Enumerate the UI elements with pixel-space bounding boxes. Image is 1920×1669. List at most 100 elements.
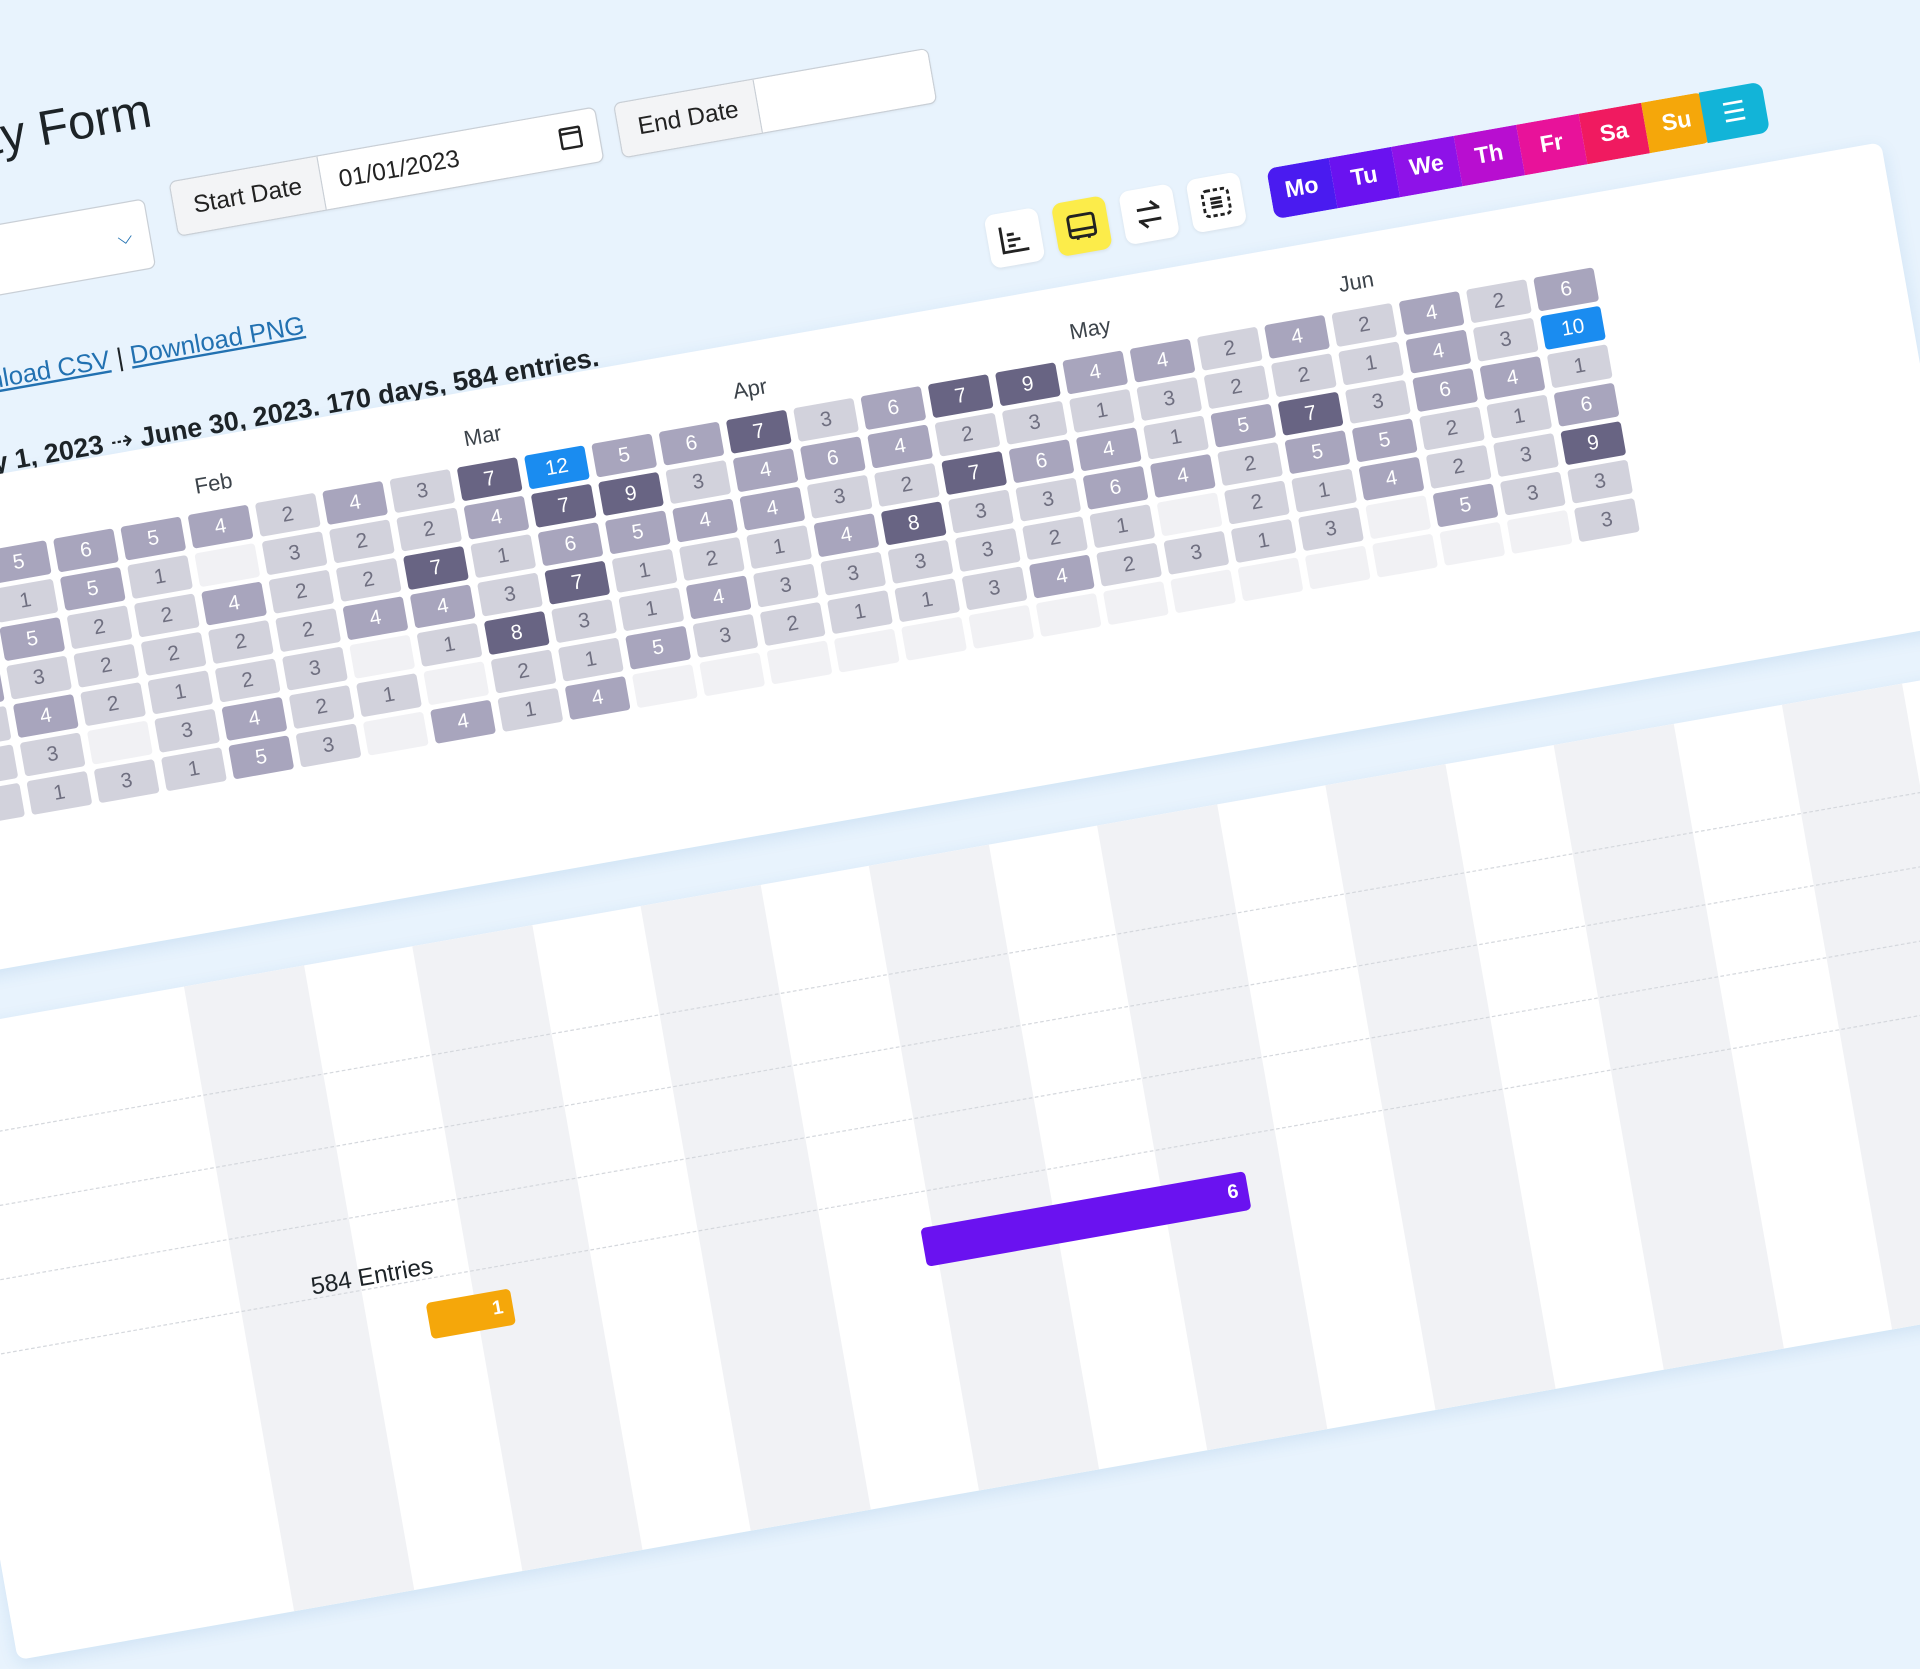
heatmap-cell[interactable]: 2	[873, 462, 940, 508]
day-button-th[interactable]: Th	[1453, 124, 1526, 187]
heatmap-cell[interactable]: 5	[1284, 430, 1351, 475]
heatmap-cell[interactable]: 1	[470, 534, 537, 579]
end-date-input[interactable]	[754, 48, 938, 133]
heatmap-cell[interactable]: 3	[6, 655, 73, 700]
heatmap-cell[interactable]: 2	[678, 536, 745, 582]
heatmap-cell[interactable]: 3	[19, 732, 86, 777]
heatmap-cell[interactable]: 2	[1331, 302, 1398, 348]
heatmap-cell[interactable]: 4	[672, 498, 739, 543]
heatmap-cell[interactable]: 2	[73, 643, 140, 688]
heatmap-cell[interactable]: 9	[994, 362, 1061, 407]
heatmap-cell[interactable]: 5	[0, 540, 52, 585]
heatmap-cell[interactable]: 4	[685, 575, 752, 620]
heatmap-cell[interactable]: 7	[941, 450, 1008, 496]
heatmap-cell[interactable]	[1365, 495, 1432, 540]
heatmap-cell[interactable]: 5	[228, 735, 295, 780]
heatmap-cell[interactable]: 2	[1022, 515, 1089, 561]
heatmap-cell[interactable]: 1	[0, 744, 19, 789]
heatmap-cell[interactable]: 7	[927, 374, 994, 419]
heatmap-cell[interactable]: 4	[463, 495, 530, 540]
heatmap-cell[interactable]: 2	[275, 608, 342, 653]
heatmap-cell[interactable]: 6	[537, 522, 604, 567]
heatmap-cell[interactable]: 2	[1270, 353, 1337, 398]
heatmap-cell[interactable]: 1	[1143, 415, 1210, 460]
day-button-we[interactable]: We	[1391, 135, 1463, 198]
heatmap-cell[interactable]: 1	[1338, 341, 1405, 386]
heatmap-cell[interactable]	[349, 634, 416, 679]
heatmap-cell[interactable]	[423, 661, 490, 706]
heatmap-cell[interactable]: 3	[793, 397, 860, 443]
heatmap-cell[interactable]: 3	[1472, 317, 1539, 362]
heatmap-cell[interactable]: 4	[1062, 350, 1129, 395]
heatmap-cell[interactable]: 2	[268, 569, 335, 614]
heatmap-cell[interactable]: 1	[26, 770, 93, 816]
heatmap-cell[interactable]: 2	[288, 684, 355, 730]
heatmap-cell[interactable]	[1506, 509, 1573, 555]
day-button-tu[interactable]: Tu	[1328, 146, 1401, 209]
heatmap-cell[interactable]: 12	[523, 445, 590, 490]
heatmap-cell[interactable]: 4	[1075, 427, 1142, 472]
menu-icon[interactable]: ☰	[1698, 81, 1771, 144]
heatmap-cell[interactable]: 2	[490, 649, 557, 694]
heatmap-cell[interactable]: 4	[867, 424, 934, 469]
heatmap-cell[interactable]: 2	[80, 682, 147, 727]
heatmap-cell[interactable]	[1372, 533, 1439, 578]
heatmap-cell[interactable]: 4	[201, 581, 268, 626]
heatmap-cell[interactable]: 2	[328, 519, 395, 564]
heatmap-cell[interactable]: 2	[1425, 444, 1492, 490]
heatmap-cell[interactable]: 4	[322, 480, 389, 526]
heatmap-cell[interactable]: 3	[806, 474, 873, 519]
heatmap-cell[interactable]: 3	[947, 489, 1014, 534]
heatmap-cell[interactable]: 3	[665, 459, 732, 505]
heatmap-cell[interactable]	[1102, 581, 1169, 626]
heatmap-cell[interactable]: 5	[625, 625, 692, 670]
heatmap-cell[interactable]: 5	[1210, 403, 1277, 448]
heatmap-cell[interactable]: 6	[1082, 465, 1149, 510]
heatmap-cell[interactable]	[968, 604, 1035, 649]
heatmap-cell[interactable]: 1	[1230, 518, 1297, 564]
heatmap-cell[interactable]: 5	[0, 617, 66, 662]
heatmap-cell[interactable]: 4	[732, 448, 799, 493]
heatmap-cell[interactable]	[631, 664, 698, 709]
heatmap-cell[interactable]: 4	[12, 693, 79, 739]
heatmap-cell[interactable]: 7	[725, 409, 792, 454]
heatmap-cell[interactable]: 1	[746, 524, 813, 570]
heatmap-cell[interactable]: 2	[1418, 406, 1485, 451]
heatmap-cell[interactable]: 2	[140, 631, 207, 677]
heatmap-cell[interactable]: 3	[1499, 471, 1566, 516]
heatmap-cell[interactable]: 5	[1432, 483, 1499, 528]
heatmap-cell[interactable]: 1	[497, 687, 564, 733]
heatmap-cell[interactable]: 1	[557, 637, 624, 682]
heatmap-cell[interactable]: 3	[1344, 379, 1411, 425]
heatmap-cell[interactable]	[699, 652, 766, 697]
calendar-icon[interactable]	[558, 125, 584, 151]
heatmap-cell[interactable]: 5	[120, 516, 187, 561]
heatmap-cell[interactable]: 2	[1223, 480, 1290, 525]
heatmap-cell[interactable]: 3	[154, 708, 221, 753]
heatmap-cell[interactable]: 5	[59, 566, 126, 611]
heatmap-cell[interactable]: 4	[1479, 356, 1546, 401]
heatmap-cell[interactable]: 1	[0, 782, 26, 827]
list-select-icon[interactable]	[1185, 171, 1248, 234]
day-button-mo[interactable]: Mo	[1266, 157, 1338, 220]
heatmap-cell[interactable]: 3	[954, 527, 1021, 573]
heatmap-cell[interactable]: 4	[1028, 554, 1095, 599]
heatmap-cell[interactable]: 7	[456, 457, 523, 502]
heatmap-cell[interactable]: 4	[813, 513, 880, 558]
heatmap-cell[interactable]: 3	[1493, 432, 1560, 478]
heatmap-cell[interactable]	[86, 720, 153, 765]
heatmap-cell[interactable]: 10	[1539, 305, 1606, 350]
heatmap-cell[interactable]: 1	[0, 578, 59, 623]
heatmap-cell[interactable]	[1170, 569, 1237, 614]
heatmap-cell[interactable]: 1	[1486, 394, 1553, 439]
heatmap-cell[interactable]: 3	[551, 599, 618, 644]
heatmap-cell[interactable]: 2	[1096, 542, 1163, 587]
heatmap-cell[interactable]	[901, 616, 968, 661]
heatmap-cell[interactable]: 9	[598, 471, 665, 517]
heatmap-cell[interactable]: 5	[604, 510, 671, 555]
heatmap-cell[interactable]: 1	[416, 622, 483, 667]
heatmap-cell[interactable]: 3	[887, 539, 954, 584]
heatmap-cell[interactable]: 2	[133, 593, 200, 638]
heatmap-cell[interactable]: 2	[396, 507, 463, 552]
heatmap-cell[interactable]: 4	[1405, 329, 1472, 374]
